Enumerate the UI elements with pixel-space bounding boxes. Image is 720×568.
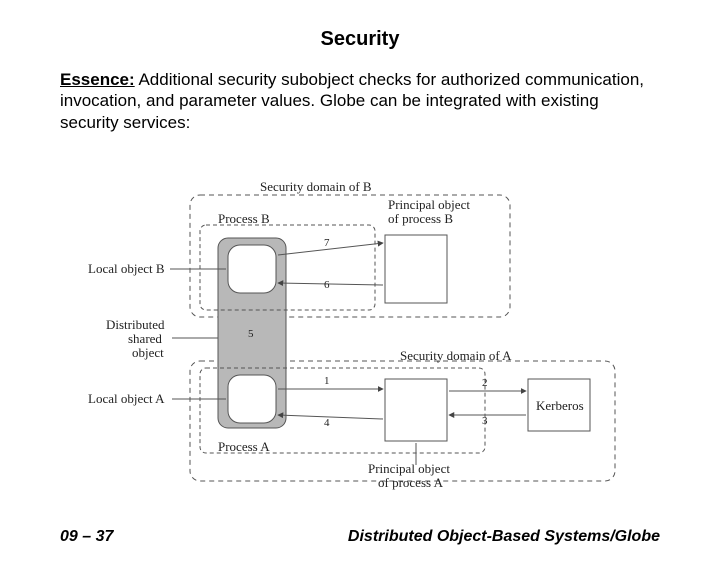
label-local-obj-b: Local object B [88,261,165,277]
num-6: 6 [324,279,330,291]
label-kerberos: Kerberos [536,398,584,414]
num-7: 7 [324,237,330,249]
num-1: 1 [324,375,330,387]
num-2: 2 [482,377,488,389]
footer-title: Distributed Object-Based Systems/Globe [348,528,660,546]
label-process-a: Process A [218,439,270,455]
slide-number: 09 – 37 [60,528,113,546]
page-title: Security [0,28,720,51]
essence-text: Additional security subobject checks for… [60,70,644,132]
label-sec-domain-b: Security domain of B [260,179,372,195]
label-distributed-3: object [132,345,164,361]
essence-label: Essence: [60,70,135,89]
label-local-obj-a: Local object A [88,391,165,407]
num-5: 5 [248,328,254,340]
label-sec-domain-a: Security domain of A [400,348,512,364]
num-3: 3 [482,415,488,427]
footer: 09 – 37 Distributed Object-Based Systems… [0,528,720,546]
num-4: 4 [324,417,330,429]
essence-paragraph: Essence: Additional security subobject c… [60,69,660,133]
label-principal-a-2: of process A [378,475,443,491]
security-diagram: Security domain of B Principal object of… [100,183,620,493]
label-principal-b-2: of process B [388,211,453,227]
label-process-b: Process B [218,211,270,227]
